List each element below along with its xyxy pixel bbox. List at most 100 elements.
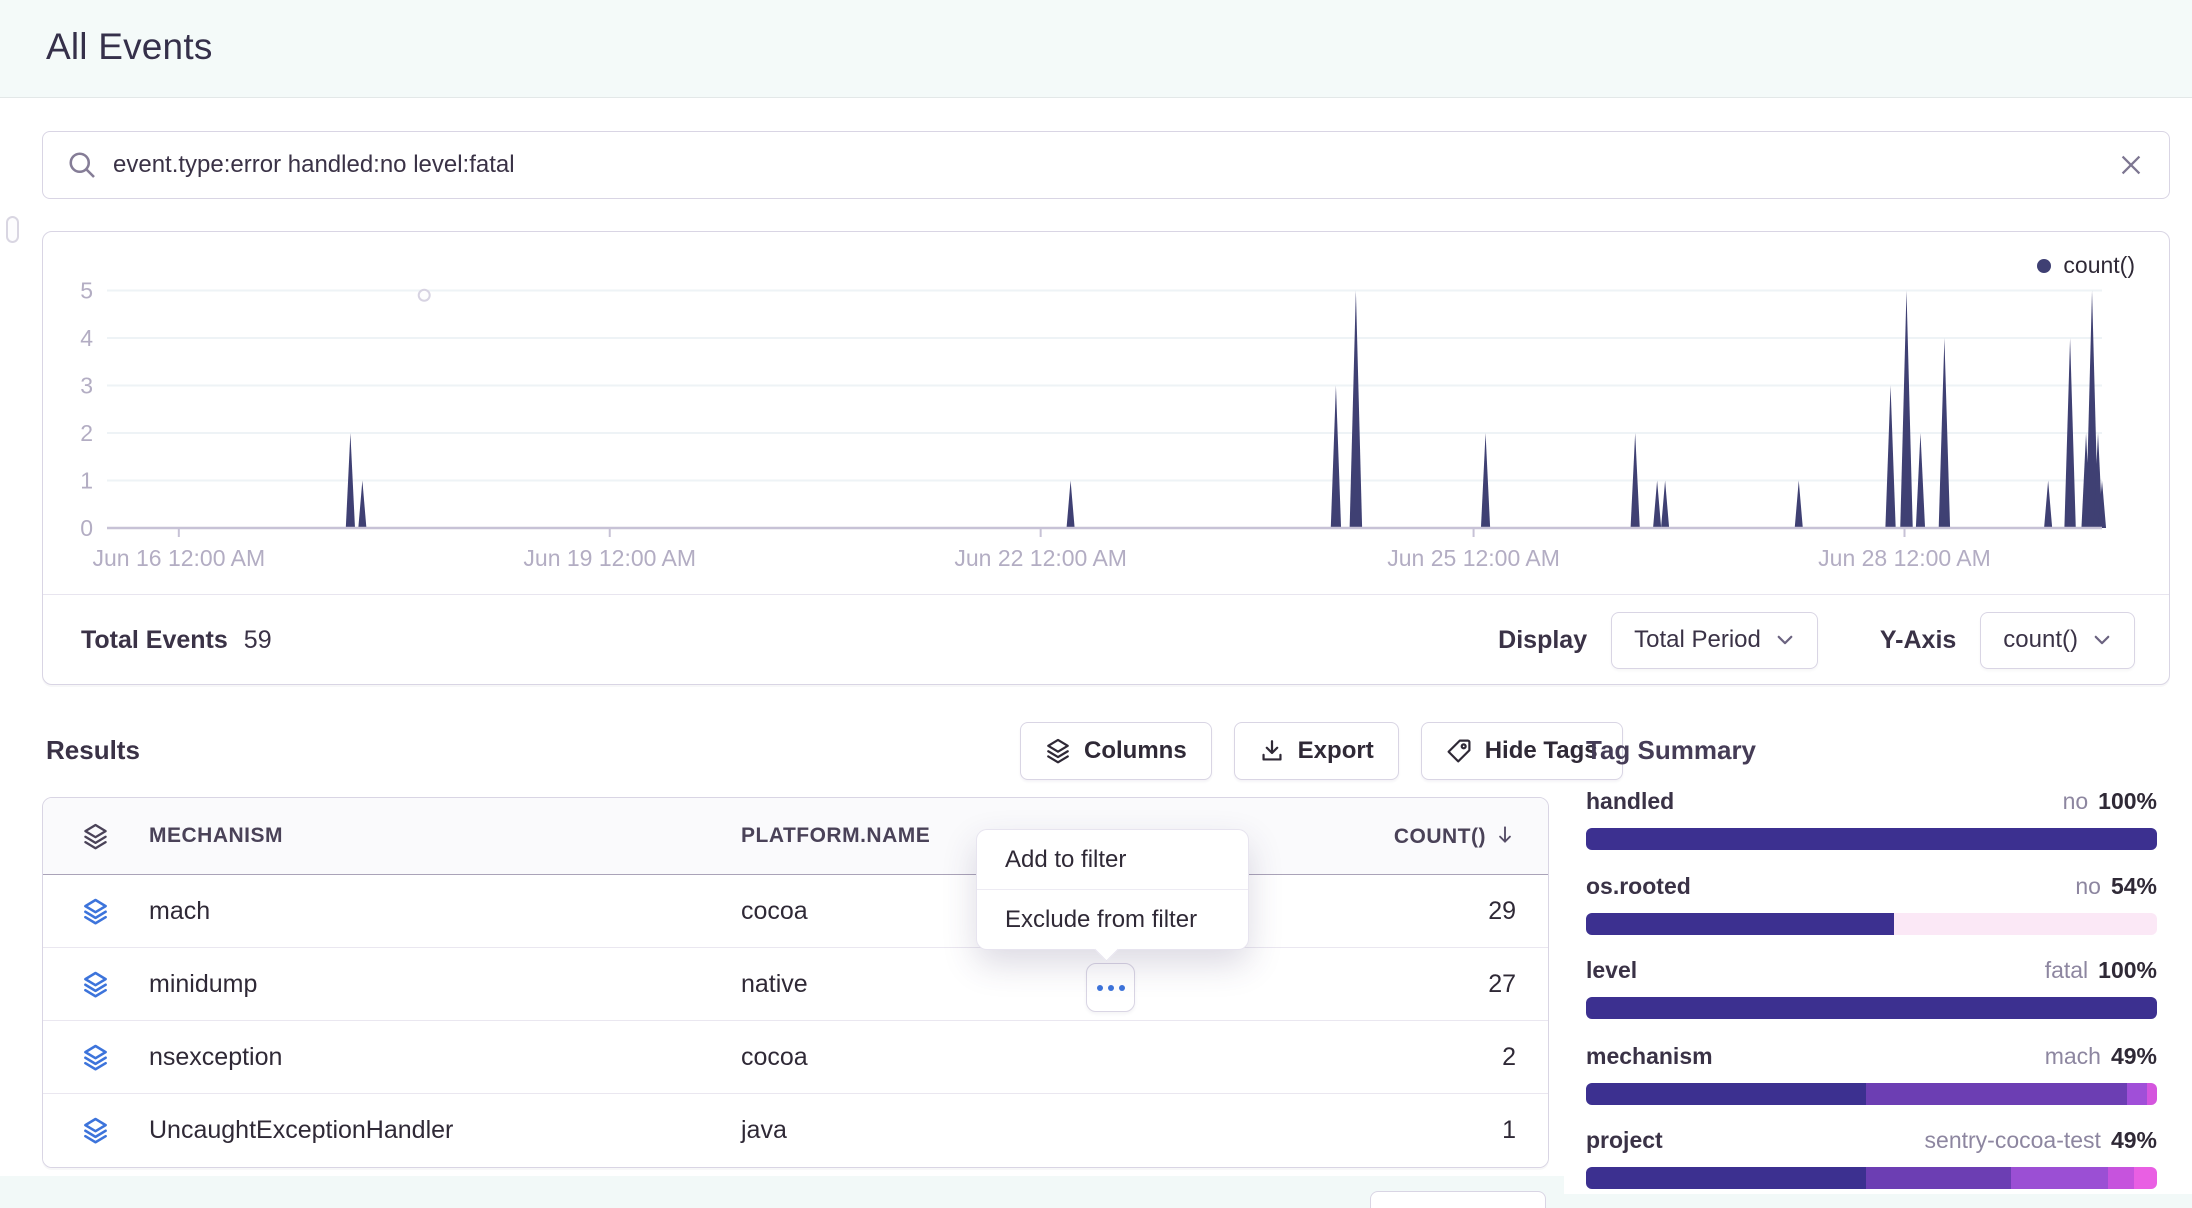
- tag-name: os.rooted: [1586, 873, 1691, 900]
- tag-top-value: no: [2063, 788, 2089, 814]
- tag-bar-segment: [1586, 913, 1894, 935]
- svg-text:1: 1: [80, 468, 93, 494]
- stack-icon: [82, 823, 109, 850]
- row-stack-icon: [43, 1044, 147, 1071]
- svg-text:5: 5: [80, 278, 93, 304]
- tag-name: level: [1586, 957, 1637, 984]
- svg-text:0: 0: [80, 515, 93, 541]
- svg-text:Jun 19 12:00 AM: Jun 19 12:00 AM: [523, 545, 696, 571]
- tag-entry-os-rooted: os.rooted no 54%: [1586, 873, 2157, 935]
- chevron-down-icon: [2092, 630, 2112, 650]
- cell-platform[interactable]: cocoa: [741, 1043, 1268, 1072]
- cell-actions-button[interactable]: [1086, 963, 1135, 1012]
- cell-count[interactable]: 27: [1268, 970, 1548, 999]
- results-table: MECHANISM PLATFORM.NAME COUNT() mach coc…: [42, 797, 1549, 1168]
- tag-summary-title: Tag Summary: [1586, 735, 1756, 766]
- columns-button[interactable]: Columns: [1020, 722, 1212, 780]
- tag-entry-handled: handled no100%: [1586, 788, 2157, 850]
- cell-count[interactable]: 2: [1268, 1043, 1548, 1072]
- chart-footer: Total Events 59 Display Total Period Y-A…: [43, 594, 2169, 685]
- tag-bar-handled[interactable]: [1586, 828, 2157, 850]
- yaxis-select-value: count(): [2003, 626, 2078, 654]
- all-events-page: All Events event.type:error handled:no l…: [0, 0, 2192, 1208]
- events-spike-chart: 012345Jun 16 12:00 AMJun 19 12:00 AMJun …: [43, 232, 2169, 592]
- results-title: Results: [46, 735, 140, 766]
- search-icon: [67, 150, 97, 180]
- svg-text:Jun 16 12:00 AM: Jun 16 12:00 AM: [93, 545, 266, 571]
- page-title: All Events: [46, 26, 213, 68]
- tag-bar-segment: [1894, 913, 2157, 935]
- tag-bar-segment: [2147, 1083, 2157, 1105]
- tag-bar-level[interactable]: [1586, 997, 2157, 1019]
- cell-count[interactable]: 1: [1268, 1116, 1548, 1145]
- column-header-icon[interactable]: [43, 823, 147, 850]
- cell-platform[interactable]: java: [741, 1116, 1268, 1145]
- hide-tags-button-label: Hide Tags: [1485, 737, 1598, 765]
- menu-item-add-to-filter[interactable]: Add to filter: [977, 830, 1248, 889]
- tag-bar-segment: [1586, 1167, 1866, 1189]
- download-icon: [1259, 738, 1285, 764]
- tag-bar-segment: [2011, 1167, 2108, 1189]
- tag-percent: 49%: [2111, 1043, 2157, 1069]
- tag-icon: [1446, 738, 1472, 764]
- column-header-count[interactable]: COUNT(): [1268, 824, 1548, 849]
- events-chart-panel: 012345Jun 16 12:00 AMJun 19 12:00 AMJun …: [42, 231, 2170, 685]
- svg-text:Jun 28 12:00 AM: Jun 28 12:00 AM: [1818, 545, 1991, 571]
- cell-mechanism[interactable]: UncaughtExceptionHandler: [147, 1116, 741, 1145]
- export-button[interactable]: Export: [1234, 722, 1399, 780]
- page-header: All Events: [0, 0, 2192, 98]
- tag-entry-level: level fatal100%: [1586, 957, 2157, 1019]
- tag-percent: 100%: [2098, 957, 2157, 983]
- panel-drag-handle[interactable]: [6, 216, 19, 243]
- tag-bar-os-rooted[interactable]: [1586, 913, 2157, 935]
- tag-name: mechanism: [1586, 1043, 1713, 1070]
- tag-top-value: mach: [2045, 1043, 2101, 1069]
- chart-legend[interactable]: count(): [2037, 252, 2135, 279]
- cell-mechanism[interactable]: nsexception: [147, 1043, 741, 1072]
- tag-bar-segment: [2134, 1167, 2157, 1189]
- table-row[interactable]: nsexception cocoa 2: [43, 1021, 1548, 1094]
- cell-context-menu: Add to filter Exclude from filter: [976, 829, 1249, 950]
- column-header-mechanism[interactable]: MECHANISM: [147, 824, 741, 848]
- row-stack-icon: [43, 971, 147, 998]
- dot-icon: [1119, 985, 1125, 991]
- table-row[interactable]: mach cocoa 29: [43, 875, 1548, 948]
- yaxis-select[interactable]: count(): [1980, 612, 2135, 669]
- chevron-down-icon: [1775, 630, 1795, 650]
- tag-bar-segment: [1586, 997, 2157, 1019]
- tag-bar-mechanism[interactable]: [1586, 1083, 2157, 1105]
- display-select-value: Total Period: [1634, 626, 1761, 654]
- row-stack-icon: [43, 898, 147, 925]
- dot-icon: [1097, 985, 1103, 991]
- page-background: [1564, 1194, 2192, 1208]
- table-row[interactable]: minidump native 27: [43, 948, 1548, 1021]
- tag-top-value: no: [2075, 873, 2101, 899]
- columns-button-label: Columns: [1084, 737, 1187, 765]
- cell-mechanism[interactable]: minidump: [147, 970, 741, 999]
- table-header-row: MECHANISM PLATFORM.NAME COUNT(): [43, 798, 1548, 875]
- tag-entry-mechanism: mechanism mach 49%: [1586, 1043, 2157, 1105]
- cell-platform[interactable]: native: [741, 970, 1268, 999]
- tag-bar-segment: [2108, 1167, 2134, 1189]
- tag-percent: 100%: [2098, 788, 2157, 814]
- row-stack-icon: [43, 1117, 147, 1144]
- table-row[interactable]: UncaughtExceptionHandler java 1: [43, 1094, 1548, 1167]
- tag-entry-project: project sentry-cocoa-test49%: [1586, 1127, 2157, 1189]
- total-events-label: Total Events: [81, 626, 228, 655]
- svg-text:Jun 25 12:00 AM: Jun 25 12:00 AM: [1387, 545, 1560, 571]
- legend-dot-icon: [2037, 259, 2051, 273]
- tag-percent: 54%: [2111, 873, 2157, 899]
- sort-desc-icon: [1494, 824, 1516, 846]
- dot-icon: [1108, 985, 1114, 991]
- tag-bar-segment: [1586, 1083, 1866, 1105]
- export-button-label: Export: [1298, 737, 1374, 765]
- tag-bar-project[interactable]: [1586, 1167, 2157, 1189]
- menu-item-exclude-from-filter[interactable]: Exclude from filter: [977, 890, 1248, 949]
- search-bar[interactable]: event.type:error handled:no level:fatal: [42, 131, 2170, 199]
- cell-mechanism[interactable]: mach: [147, 897, 741, 926]
- search-input[interactable]: event.type:error handled:no level:fatal: [113, 151, 2117, 179]
- display-select[interactable]: Total Period: [1611, 612, 1818, 669]
- pagination-button-cutoff[interactable]: [1370, 1191, 1546, 1208]
- clear-search-icon[interactable]: [2117, 151, 2145, 179]
- cell-count[interactable]: 29: [1268, 897, 1548, 926]
